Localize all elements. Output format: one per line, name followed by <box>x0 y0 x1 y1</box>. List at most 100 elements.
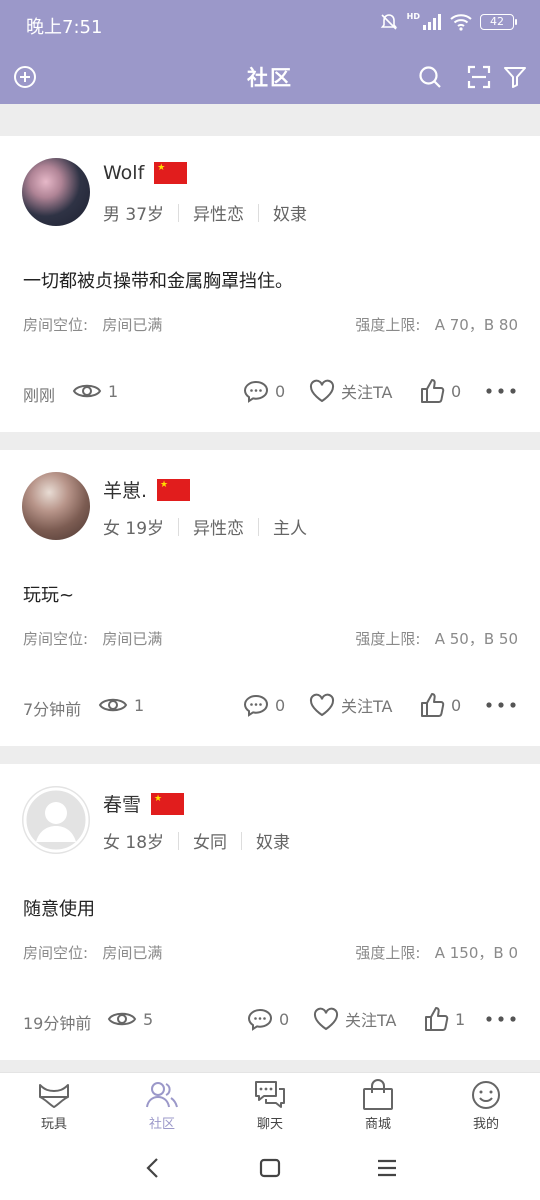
tab-label: 商城 <box>364 1117 391 1132</box>
limit-value: A 70，B 80 <box>434 316 518 334</box>
tab-toys[interactable]: 玩具 <box>19 1079 89 1132</box>
like-button[interactable]: 0 <box>419 690 461 720</box>
china-flag-icon <box>154 162 188 184</box>
system-nav-bar <box>0 1136 540 1200</box>
scan-icon[interactable] <box>466 64 492 90</box>
post-content: 一切都被贞操带和金属胸罩挡住。 <box>23 271 293 292</box>
heart-icon <box>309 379 335 403</box>
shop-bag-icon <box>363 1079 393 1110</box>
menu-icon[interactable] <box>376 1156 398 1180</box>
filter-icon[interactable] <box>502 64 528 90</box>
avatar[interactable] <box>22 158 90 226</box>
role: 主人 <box>273 519 308 539</box>
china-flag-icon <box>151 792 185 815</box>
limit-value: A 150，B 0 <box>434 944 518 962</box>
comment-count: 0 <box>279 1009 290 1029</box>
post-footer: 19分钟前 5 0 关注TA 1 <box>0 1004 540 1034</box>
tab-community[interactable]: 社区 <box>127 1079 197 1132</box>
like-button[interactable]: 1 <box>423 1004 465 1034</box>
tab-label: 我的 <box>472 1117 499 1132</box>
tab-chat[interactable]: 聊天 <box>235 1079 305 1132</box>
follow-button[interactable]: 关注TA <box>309 376 392 406</box>
role: 奴隶 <box>256 833 291 853</box>
limit-label: 强度上限: <box>355 630 421 648</box>
thumbs-up-icon <box>425 1007 449 1031</box>
post-footer: 7分钟前 1 0 关注TA 0 <box>0 690 540 720</box>
like-button[interactable]: 0 <box>419 376 461 406</box>
follow-button[interactable]: 关注TA <box>309 690 392 720</box>
thumbs-up-icon <box>421 693 445 717</box>
more-icon[interactable] <box>484 694 518 716</box>
username: Wolf <box>103 162 145 184</box>
post-footer: 刚刚 1 0 关注TA 0 <box>0 376 540 406</box>
user-meta: 女 19岁 异性恋 主人 <box>103 514 307 539</box>
room-value: 房间已满 <box>102 944 163 962</box>
wifi-icon <box>450 14 472 31</box>
limit-label: 强度上限: <box>355 316 421 334</box>
tab-shop[interactable]: 商城 <box>343 1079 413 1132</box>
comment-icon <box>243 380 269 403</box>
room-label: 房间空位: <box>23 944 89 962</box>
username: 羊崽. <box>103 480 148 502</box>
more-icon[interactable] <box>484 380 518 402</box>
post-card[interactable]: 春雪 女 18岁 女同 奴隶 随意使用 房间空位: 房间已满 强度上限: A 1… <box>0 764 540 1060</box>
chat-icon <box>255 1081 285 1108</box>
like-count: 0 <box>451 381 462 401</box>
divider <box>178 203 180 222</box>
comment-button[interactable]: 0 <box>243 376 285 406</box>
intensity-limit: 强度上限: A 70，B 80 <box>355 314 518 335</box>
back-icon[interactable] <box>142 1156 164 1180</box>
more-icon[interactable] <box>484 1008 518 1030</box>
divider <box>258 517 260 536</box>
comment-button[interactable]: 0 <box>247 1004 289 1034</box>
time-ago: 7分钟前 <box>23 700 82 719</box>
limit-label: 强度上限: <box>355 944 421 962</box>
orientation: 女同 <box>193 833 228 853</box>
default-avatar-icon <box>23 787 89 853</box>
room-status: 房间空位: 房间已满 <box>23 628 162 649</box>
orientation: 异性恋 <box>193 205 245 225</box>
orientation: 异性恋 <box>193 519 245 539</box>
limit-value: A 50，B 50 <box>434 630 518 648</box>
follow-label: 关注TA <box>341 383 393 402</box>
mute-bell-icon <box>380 14 397 30</box>
page-title: 社区 <box>247 66 293 90</box>
comment-icon <box>247 1008 273 1031</box>
community-icon <box>146 1082 178 1108</box>
tab-profile[interactable]: 我的 <box>451 1079 521 1132</box>
time-ago: 刚刚 <box>23 386 56 405</box>
user-meta: 女 18岁 女同 奴隶 <box>103 828 290 853</box>
china-flag-icon <box>157 478 191 501</box>
room-status: 房间空位: 房间已满 <box>23 314 162 335</box>
username-row: 春雪 <box>103 790 185 817</box>
status-time: 晚上7:51 <box>26 17 103 38</box>
heart-icon <box>313 1007 339 1031</box>
username-row: 羊崽. <box>103 476 191 503</box>
follow-button[interactable]: 关注TA <box>313 1004 396 1034</box>
room-value: 房间已满 <box>102 316 163 334</box>
comment-count: 0 <box>275 695 286 715</box>
views: 5 <box>107 1004 153 1034</box>
avatar[interactable] <box>22 472 90 540</box>
room-label: 房间空位: <box>23 630 89 648</box>
gender-age: 男 37岁 <box>103 205 165 225</box>
divider <box>178 831 180 850</box>
follow-label: 关注TA <box>341 697 393 716</box>
post-card[interactable]: 羊崽. 女 19岁 异性恋 主人 玩玩~ 房间空位: 房间已满 强度上限: A … <box>0 450 540 746</box>
username-row: Wolf <box>103 162 188 184</box>
avatar[interactable] <box>22 786 90 854</box>
search-icon[interactable] <box>417 64 443 90</box>
comment-count: 0 <box>275 381 286 401</box>
gender-age: 女 19岁 <box>103 519 165 539</box>
status-icons: HD 42 <box>379 12 517 32</box>
post-card[interactable]: Wolf 男 37岁 异性恋 奴隶 一切都被贞操带和金属胸罩挡住。 房间空位: … <box>0 136 540 432</box>
bottom-tab-bar: 玩具 社区 聊天 商城 我的 <box>0 1072 540 1136</box>
views: 1 <box>72 376 118 406</box>
room-value: 房间已满 <box>102 630 163 648</box>
comment-button[interactable]: 0 <box>243 690 285 720</box>
intensity-limit: 强度上限: A 150，B 0 <box>355 942 518 963</box>
comment-icon <box>243 694 269 717</box>
home-icon[interactable] <box>259 1156 281 1180</box>
tab-label: 聊天 <box>256 1117 283 1132</box>
divider <box>178 517 180 536</box>
